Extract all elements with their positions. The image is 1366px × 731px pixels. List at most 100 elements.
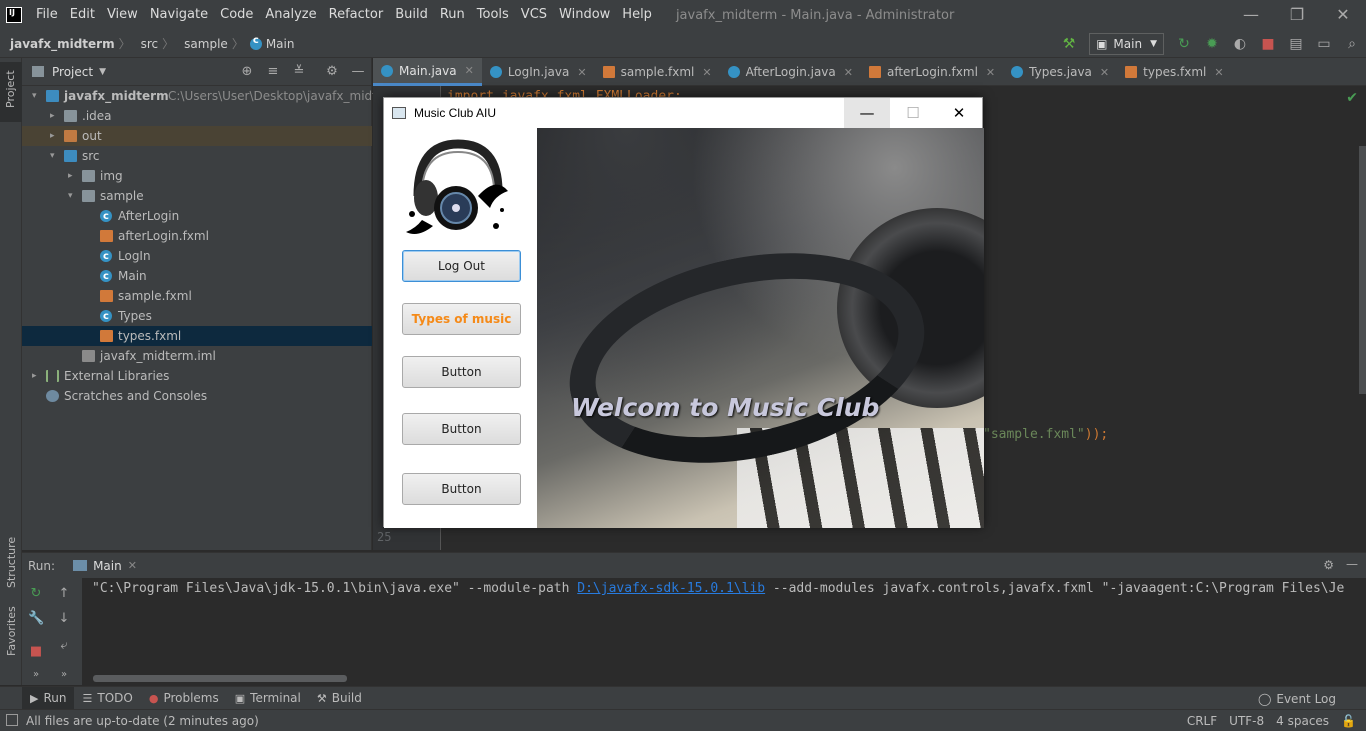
menu-tools[interactable]: Tools — [471, 0, 515, 30]
minimize-icon[interactable]: — — [844, 98, 890, 128]
breadcrumb-main[interactable]: Main — [262, 37, 297, 51]
rerun-icon[interactable]: ↻ — [1173, 33, 1195, 55]
close-icon[interactable]: ✕ — [986, 66, 995, 79]
maximize-icon[interactable]: ☐ — [890, 98, 936, 128]
chevron-down-icon[interactable]: ▾ — [32, 86, 37, 106]
tree-item[interactable]: Scratches and Consoles — [22, 386, 372, 406]
console-path-link[interactable]: D:\javafx-sdk-15.0.1\lib — [577, 581, 765, 596]
layout-icon[interactable]: ▭ — [1313, 33, 1335, 55]
line-separator-widget[interactable]: CRLF — [1187, 714, 1217, 728]
tree-item[interactable]: sample.fxml — [22, 286, 372, 306]
project-structure-icon[interactable]: ▤ — [1285, 33, 1307, 55]
tree-item[interactable]: types.fxml — [22, 326, 372, 346]
tree-item[interactable]: ▸ img — [22, 166, 372, 186]
wrench-icon[interactable]: 🔧 — [28, 611, 44, 627]
menu-code[interactable]: Code — [214, 0, 259, 30]
log-out-button[interactable]: Log Out — [402, 250, 521, 282]
tree-item[interactable]: ▸ External Libraries — [22, 366, 372, 386]
editor-tab[interactable]: afterLogin.fxml ✕ — [861, 58, 1003, 86]
close-icon[interactable]: ✕ — [128, 559, 137, 572]
menu-vcs[interactable]: VCS — [515, 0, 553, 30]
menu-navigate[interactable]: Navigate — [144, 0, 214, 30]
collapse-all-icon[interactable]: ≚ — [291, 64, 307, 80]
tree-item[interactable]: ▾ src — [22, 146, 372, 166]
menu-analyze[interactable]: Analyze — [259, 0, 322, 30]
menu-file[interactable]: File — [30, 0, 64, 30]
chevron-right-icon[interactable]: ▸ — [32, 366, 37, 386]
menu-window[interactable]: Window — [553, 0, 616, 30]
tree-item[interactable]: Types — [22, 306, 372, 327]
tree-item[interactable]: ▾ javafx_midterm C:\Users\User\Desktop\jav… — [22, 86, 401, 106]
menu-edit[interactable]: Edit — [64, 0, 101, 30]
chevron-right-icon[interactable]: ▸ — [50, 126, 55, 146]
inspection-ok-check-icon[interactable]: ✔ — [1346, 90, 1358, 106]
arrow-up-icon[interactable]: ↑ — [56, 586, 72, 602]
search-icon[interactable]: ⌕ — [1341, 33, 1363, 55]
minimize-icon[interactable]: — — [1228, 0, 1274, 30]
close-icon[interactable]: ✕ — [1100, 66, 1109, 79]
breadcrumb-sample[interactable]: sample — [174, 37, 230, 51]
locate-target-icon[interactable]: ⊕ — [239, 64, 255, 80]
editor-scrollbar[interactable] — [1359, 146, 1366, 394]
console-horizontal-scrollbar[interactable] — [93, 675, 347, 682]
project-tool-button[interactable]: Project — [0, 62, 22, 122]
tree-item[interactable]: LogIn — [22, 246, 372, 267]
run-tool-button[interactable]: ▶ Run — [22, 686, 75, 710]
editor-tab[interactable]: Types.java ✕ — [1003, 58, 1117, 86]
problems-tool-button[interactable]: ● Problems — [141, 687, 227, 710]
stop-icon[interactable]: ■ — [1257, 33, 1279, 55]
tree-item[interactable]: ▾ sample — [22, 186, 372, 206]
close-icon[interactable]: ✕ — [577, 66, 586, 79]
tree-item[interactable]: Main — [22, 266, 372, 287]
project-title[interactable]: Project — [52, 65, 93, 79]
editor-tab[interactable]: Main.java ✕ — [373, 58, 482, 86]
arrow-down-icon[interactable]: ↓ — [56, 611, 72, 627]
tree-item[interactable]: afterLogin.fxml — [22, 226, 372, 246]
chevron-right-icon[interactable]: ▸ — [68, 166, 73, 186]
button-1[interactable]: Button — [402, 356, 521, 388]
breadcrumb-src[interactable]: src — [131, 37, 161, 51]
chevron-right-icon[interactable]: ▸ — [50, 106, 55, 126]
gear-icon[interactable]: ⚙ — [1323, 558, 1334, 572]
close-icon[interactable]: ✕ — [1320, 0, 1366, 30]
terminal-tool-button[interactable]: ▣ Terminal — [227, 687, 309, 710]
coverage-icon[interactable]: ◐ — [1229, 33, 1251, 55]
editor-tab[interactable]: types.fxml ✕ — [1117, 58, 1231, 86]
stop-icon[interactable]: ■ — [28, 644, 44, 660]
run-configuration-select[interactable]: ▣ Main ▼ — [1089, 33, 1164, 55]
soft-wrap-icon[interactable]: ⤶ — [56, 638, 72, 654]
tree-item[interactable]: ▸ out — [22, 126, 372, 146]
todo-tool-button[interactable]: ☰ TODO — [74, 687, 140, 710]
menu-help[interactable]: Help — [616, 0, 658, 30]
tree-item[interactable]: javafx_midterm.iml — [22, 346, 372, 366]
menu-refactor[interactable]: Refactor — [323, 0, 390, 30]
structure-tool-label[interactable]: Structure — [5, 537, 18, 588]
editor-tab[interactable]: LogIn.java ✕ — [482, 58, 595, 86]
event-log-button[interactable]: ◯ Event Log — [1258, 687, 1336, 710]
editor-tab[interactable]: AfterLogin.java ✕ — [720, 58, 861, 86]
favorites-tool-label[interactable]: Favorites — [5, 606, 18, 656]
button-3[interactable]: Button — [402, 473, 521, 505]
indent-widget[interactable]: 4 spaces — [1276, 714, 1329, 728]
menu-view[interactable]: View — [101, 0, 144, 30]
lock-icon[interactable]: 🔓 — [1341, 714, 1356, 728]
editor-tab[interactable]: sample.fxml ✕ — [595, 58, 720, 86]
close-icon[interactable]: ✕ — [1214, 66, 1223, 79]
hide-panel-icon[interactable]: — — [350, 64, 366, 80]
more-icon[interactable]: » — [28, 667, 44, 683]
close-icon[interactable]: ✕ — [702, 66, 711, 79]
breadcrumb-project[interactable]: javafx_midterm — [0, 37, 117, 51]
chevron-down-icon[interactable]: ▾ — [50, 146, 55, 166]
close-icon[interactable]: ✕ — [936, 98, 982, 128]
chevron-down-icon[interactable]: ▼ — [99, 67, 106, 77]
run-tab-main[interactable]: Main ✕ — [73, 559, 137, 573]
menu-run[interactable]: Run — [434, 0, 471, 30]
hide-panel-icon[interactable]: — — [1346, 557, 1358, 571]
close-icon[interactable]: ✕ — [844, 66, 853, 79]
encoding-widget[interactable]: UTF-8 — [1229, 714, 1264, 728]
gear-icon[interactable]: ⚙ — [324, 64, 340, 80]
debug-bug-icon[interactable]: ✹ — [1201, 33, 1223, 55]
tree-item[interactable]: AfterLogin — [22, 206, 372, 227]
build-hammer-icon[interactable]: ⚒ — [1058, 33, 1080, 55]
restore-icon[interactable]: ❐ — [1274, 0, 1320, 30]
